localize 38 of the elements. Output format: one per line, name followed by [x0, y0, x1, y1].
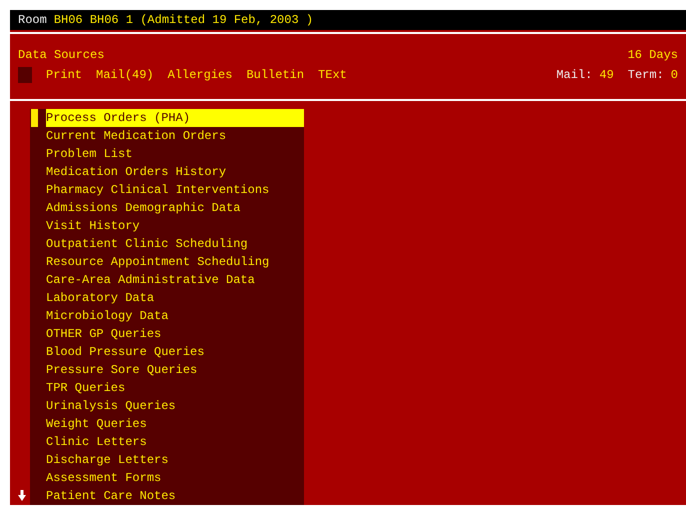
menu-option[interactable]: Current Medication Orders — [46, 127, 304, 145]
scroll-thumb — [31, 109, 38, 127]
menu-option[interactable]: Urinalysis Queries — [46, 397, 304, 415]
room-label: Room — [18, 12, 47, 29]
menu-option[interactable]: Process Orders (PHA) — [46, 109, 304, 127]
menu-option[interactable]: Medication Orders History — [46, 163, 304, 181]
menu-option[interactable]: Blood Pressure Queries — [46, 343, 304, 361]
menu-option[interactable]: Problem List — [46, 145, 304, 163]
term-label: Term: — [628, 67, 664, 84]
menu-item[interactable]: Allergies — [168, 66, 232, 84]
menu-option[interactable]: Microbiology Data — [46, 307, 304, 325]
menu-item[interactable]: TExt — [318, 66, 347, 84]
menu-option[interactable]: Resource Appointment Scheduling — [46, 253, 304, 271]
menu-option[interactable]: Care-Area Administrative Data — [46, 271, 304, 289]
menu-option[interactable]: Laboratory Data — [46, 289, 304, 307]
menu-option[interactable]: OTHER GP Queries — [46, 325, 304, 343]
menu-item[interactable]: Mail(49) — [96, 66, 154, 84]
menu-option[interactable]: Outpatient Clinic Scheduling — [46, 235, 304, 253]
menu-option[interactable]: Clinic Letters — [46, 433, 304, 451]
mail-count: 49 — [599, 67, 614, 84]
down-arrow-icon[interactable] — [18, 490, 26, 501]
menu-option[interactable]: Pharmacy Clinical Interventions — [46, 181, 304, 199]
term-count: 0 — [670, 67, 678, 84]
menu-option[interactable]: Visit History — [46, 217, 304, 235]
menu-option[interactable]: Pressure Sore Queries — [46, 361, 304, 379]
menu-option[interactable]: TPR Queries — [46, 379, 304, 397]
menu-option[interactable]: Discharge Letters — [46, 451, 304, 469]
menu-option[interactable]: Assessment Forms — [46, 469, 304, 487]
menu-option[interactable]: Patient Care Notes — [46, 487, 304, 505]
days-count: 16 Days — [628, 47, 678, 64]
section-title: Data Sources — [18, 47, 104, 64]
menu-item[interactable]: Bulletin — [246, 66, 304, 84]
patient-location: BH06 BH06 1 (Admitted 19 Feb, 2003 ) — [54, 12, 314, 29]
mail-label: Mail: — [556, 67, 592, 84]
menu-item[interactable]: Print — [46, 66, 82, 84]
status-block — [18, 67, 32, 83]
menu-option[interactable]: Admissions Demographic Data — [46, 199, 304, 217]
menu-option[interactable]: Weight Queries — [46, 415, 304, 433]
